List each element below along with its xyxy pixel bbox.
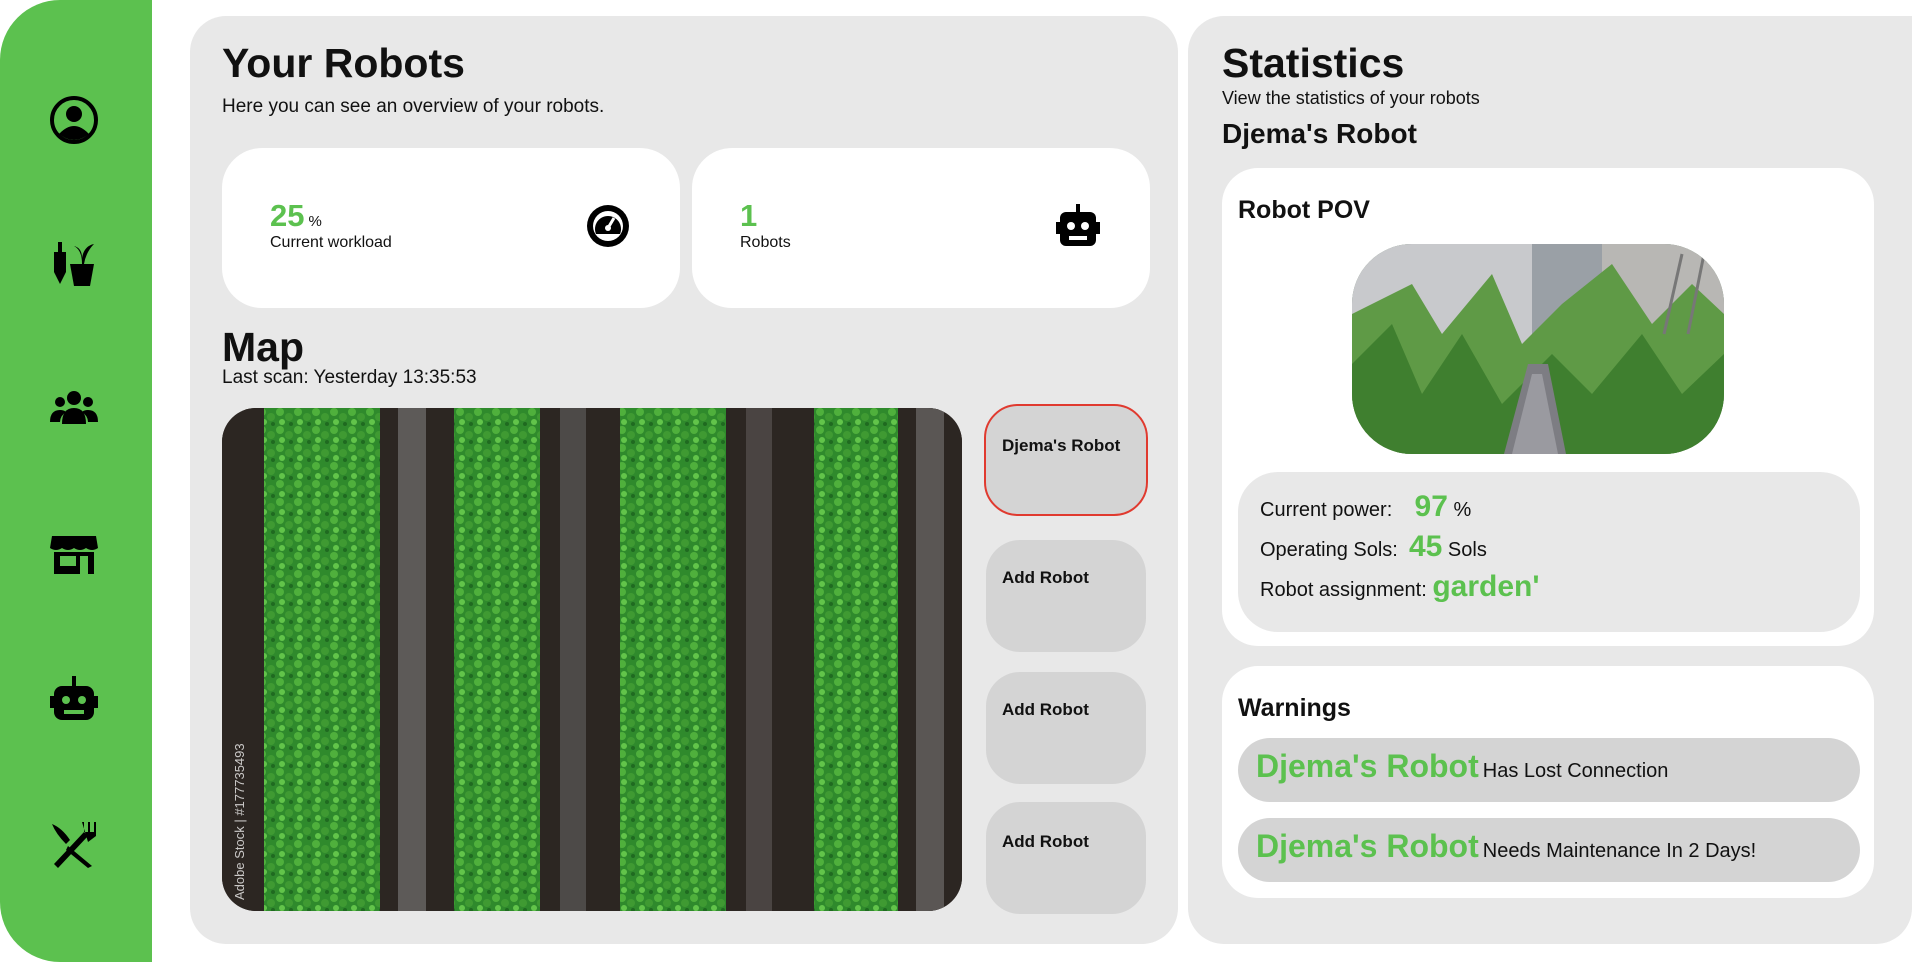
robots-count-label: Robots bbox=[740, 234, 791, 251]
store-icon bbox=[50, 536, 98, 574]
robot-icon bbox=[50, 676, 98, 720]
robot-icon bbox=[1056, 204, 1100, 246]
robot-assignment-row: Robot assignment: garden' bbox=[1260, 570, 1540, 603]
page-subtitle: Here you can see an overview of your rob… bbox=[222, 96, 605, 117]
robot-pov-image bbox=[1352, 244, 1724, 454]
map-watermark: Adobe Stock | #177735493 bbox=[232, 743, 247, 900]
field-map[interactable] bbox=[222, 408, 962, 911]
sidebar-item-profile[interactable] bbox=[46, 92, 102, 148]
robot-stats-box: Current power: 97 % Operating Sols: 45 S… bbox=[1238, 472, 1860, 632]
workload-value: 25% bbox=[270, 198, 322, 233]
warning-item[interactable]: Djema's Robot Has Lost Connection bbox=[1238, 738, 1860, 802]
map-title: Map bbox=[222, 324, 304, 370]
sidebar-item-community[interactable] bbox=[46, 380, 102, 436]
last-scan-text: Last scan: Yesterday 13:35:53 bbox=[222, 367, 477, 388]
robot-pov-feed bbox=[1352, 244, 1724, 454]
statistics-subtitle: View the statistics of your robots bbox=[1222, 88, 1480, 108]
add-robot-button[interactable]: Add Robot bbox=[986, 540, 1146, 652]
robot-pov-title: Robot POV bbox=[1238, 196, 1370, 224]
field-map-image bbox=[222, 408, 962, 911]
add-robot-button[interactable]: Add Robot bbox=[986, 672, 1146, 784]
selected-robot-name: Djema's Robot bbox=[1222, 118, 1417, 149]
garden-tools-icon bbox=[54, 242, 94, 286]
sidebar-item-robots[interactable] bbox=[46, 672, 102, 728]
warnings-title: Warnings bbox=[1238, 694, 1351, 722]
warning-message: Needs Maintenance In 2 Days! bbox=[1482, 840, 1757, 862]
add-robot-button[interactable]: Add Robot bbox=[986, 802, 1146, 914]
users-icon bbox=[50, 391, 98, 424]
gauge-icon bbox=[587, 205, 629, 247]
workload-label: Current workload bbox=[270, 234, 392, 251]
robots-count-card: 1 Robots bbox=[692, 148, 1150, 308]
current-power-row: Current power: 97 % bbox=[1260, 490, 1472, 523]
sidebar-item-shop[interactable] bbox=[46, 526, 102, 582]
statistics-title: Statistics bbox=[1222, 40, 1405, 86]
sidebar-item-garden[interactable] bbox=[46, 236, 102, 292]
robot-select-djema[interactable]: Djema's Robot bbox=[984, 404, 1148, 516]
user-circle-icon bbox=[50, 96, 98, 144]
warning-robot-name: Djema's Robot bbox=[1256, 828, 1479, 864]
operating-sols-row: Operating Sols: 45 Sols bbox=[1260, 530, 1487, 563]
warning-message: Has Lost Connection bbox=[1482, 760, 1669, 782]
workload-card: 25% Current workload bbox=[222, 148, 680, 308]
sidebar-item-food[interactable] bbox=[46, 816, 102, 872]
sidebar bbox=[0, 0, 152, 962]
fork-knife-icon bbox=[52, 822, 96, 868]
robots-count-value: 1 bbox=[740, 198, 758, 233]
page-title: Your Robots bbox=[222, 40, 465, 86]
warning-robot-name: Djema's Robot bbox=[1256, 748, 1479, 784]
warning-item[interactable]: Djema's Robot Needs Maintenance In 2 Days… bbox=[1238, 818, 1860, 882]
